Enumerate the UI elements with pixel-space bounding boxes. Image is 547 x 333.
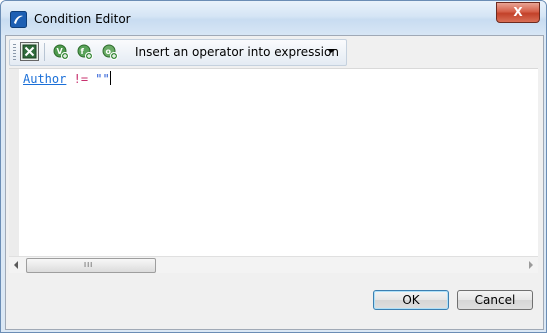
scrollbar-grip: III (84, 261, 94, 269)
condition-editor-window: Condition Editor X V f o Insert an opera… (0, 0, 547, 333)
scrollbar-thumb[interactable]: III (26, 258, 156, 273)
expression-text[interactable]: Author != "" (23, 71, 111, 86)
operator-token: != (73, 72, 89, 86)
add-function-icon[interactable]: f (77, 44, 93, 60)
cancel-button[interactable]: Cancel (457, 290, 533, 310)
scroll-right-icon[interactable] (529, 261, 533, 269)
add-operator-icon[interactable]: o (102, 44, 118, 60)
editor-gutter (9, 69, 19, 257)
insert-operator-dropdown[interactable]: Insert an operator into expression (135, 45, 339, 59)
horizontal-scrollbar[interactable]: III (9, 256, 538, 273)
add-field-icon[interactable]: V (53, 44, 69, 60)
svg-text:f: f (81, 47, 85, 56)
expression-toolbar: V f o Insert an operator into expression (9, 39, 347, 66)
scroll-left-icon[interactable] (14, 261, 18, 269)
close-button[interactable]: X (496, 2, 540, 23)
window-title: Condition Editor (34, 12, 131, 26)
excel-grid-icon[interactable] (20, 42, 39, 61)
expression-editor[interactable]: Author != "" (9, 68, 538, 257)
app-logo-icon (10, 11, 27, 28)
toolbar-grip[interactable] (13, 44, 16, 61)
text-caret (109, 71, 111, 85)
dialog-client-area: V f o Insert an operator into expression (5, 35, 544, 330)
title-bar[interactable]: Condition Editor X (1, 1, 546, 35)
chevron-down-icon[interactable] (327, 49, 335, 53)
ok-button[interactable]: OK (373, 290, 449, 310)
field-token[interactable]: Author (23, 72, 66, 86)
string-literal-token: "" (95, 72, 110, 86)
toolbar-separator (44, 43, 45, 61)
